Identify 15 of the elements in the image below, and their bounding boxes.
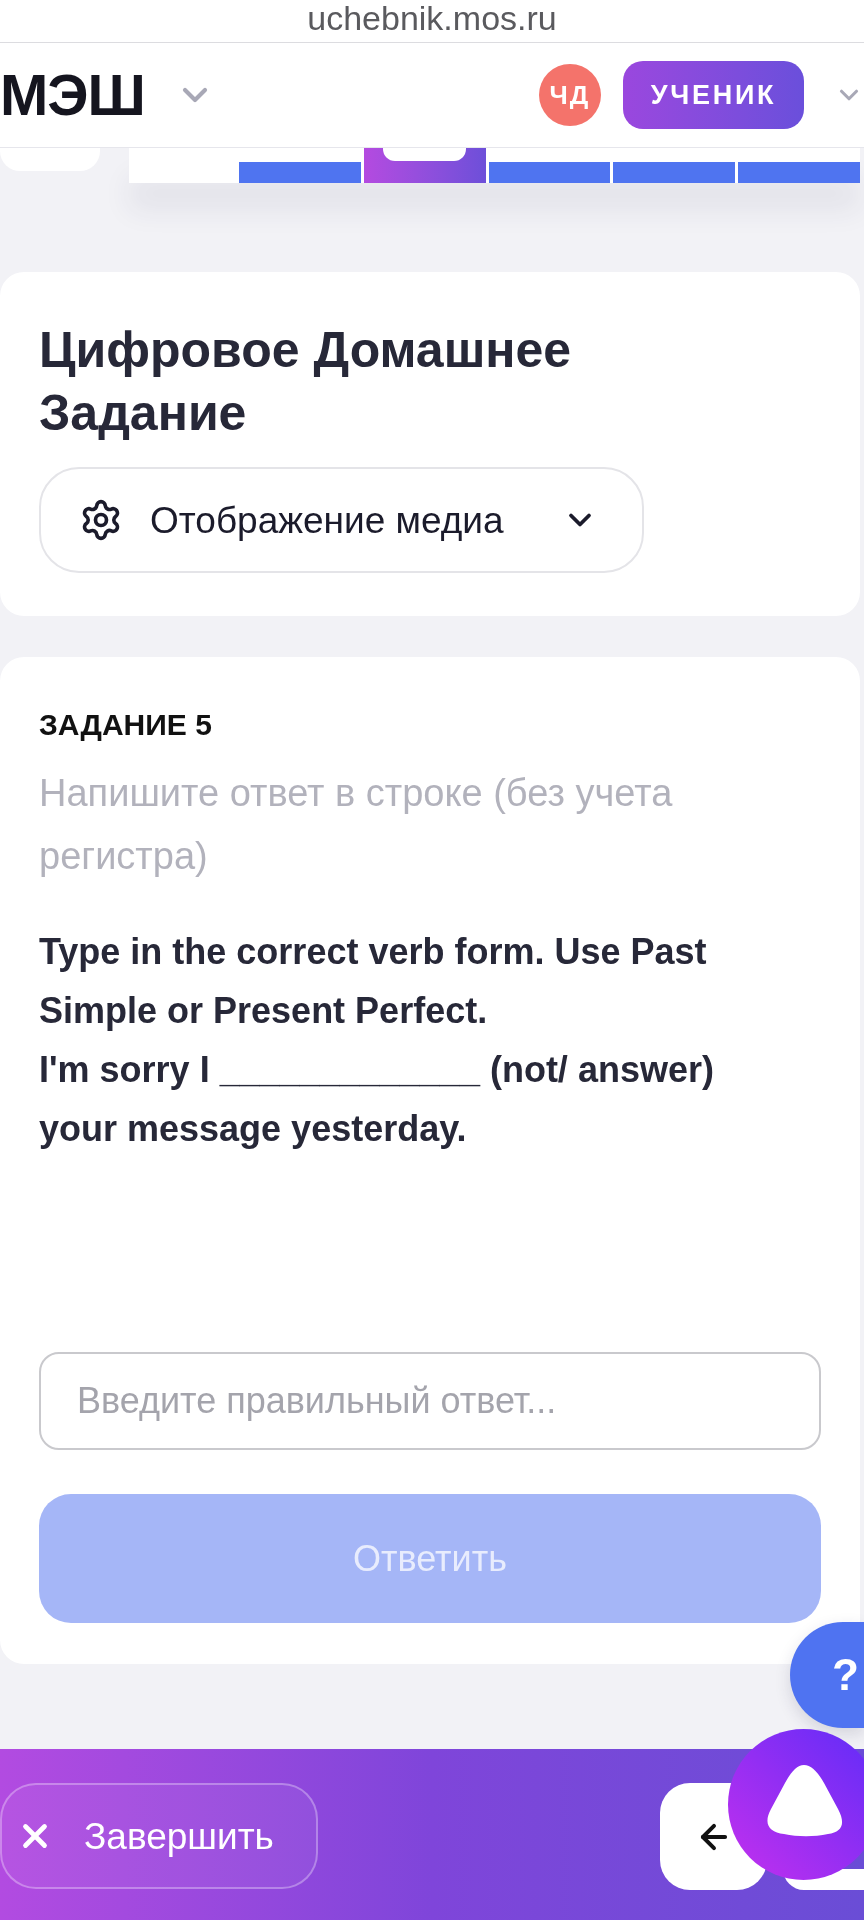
page-title: Цифровое Домашнее Задание bbox=[39, 321, 573, 443]
help-button[interactable]: ? bbox=[790, 1622, 864, 1728]
question-tab[interactable] bbox=[363, 148, 486, 183]
task-instruction: I'm sorry I _____________ (not/ answer) your message yesterday. bbox=[39, 1048, 715, 1151]
finish-button[interactable]: Завершить bbox=[0, 1783, 318, 1889]
assistant-icon[interactable] bbox=[728, 1729, 864, 1880]
task-number: ЗАДАНИЕ 5 bbox=[39, 707, 213, 743]
task-instruction: Type in the correct verb form. Use Past Simple or Present Perfect. bbox=[39, 930, 708, 1033]
answer-field[interactable]: Введите правильный ответ... bbox=[39, 1352, 821, 1450]
user-avatar[interactable]: ЧД bbox=[539, 64, 601, 126]
url-text[interactable]: uchebnik.mos.ru bbox=[307, 0, 557, 42]
logo[interactable]: МЭШ bbox=[0, 66, 145, 124]
task-hint: Напишите ответ в строке (без учета регистра) bbox=[39, 771, 674, 879]
role-badge[interactable]: УЧЕНИК bbox=[623, 61, 804, 129]
media-display-dropdown[interactable]: Отображение медиа bbox=[39, 467, 644, 573]
